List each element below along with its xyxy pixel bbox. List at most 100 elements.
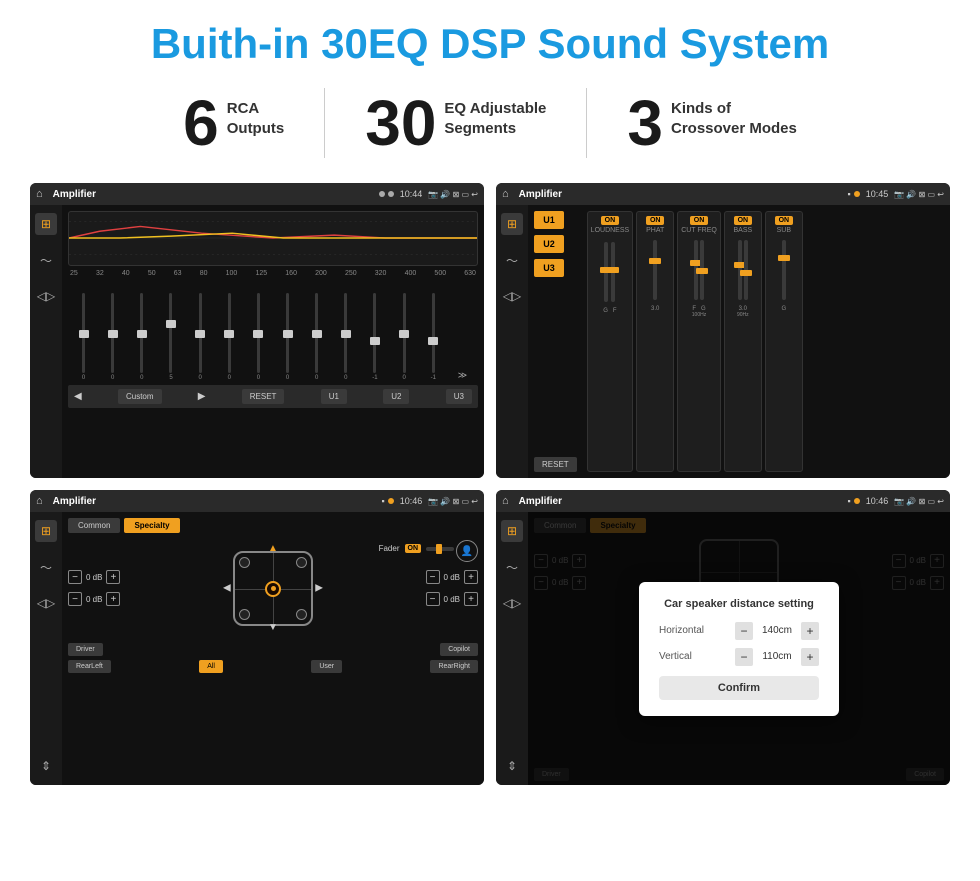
all-btn[interactable]: All (199, 660, 223, 673)
eq-icon-4[interactable]: ⊞ (501, 520, 523, 542)
phat-slider[interactable] (653, 240, 657, 300)
profile-icon[interactable]: 👤 (456, 540, 478, 562)
horizontal-minus-btn[interactable]: − (735, 622, 753, 640)
eq-slider-2[interactable]: 0 (99, 293, 126, 381)
db-plus-2[interactable]: + (106, 592, 120, 606)
eq-slider-4[interactable]: 5 (157, 293, 184, 381)
eq-icon[interactable]: ⊞ (35, 213, 57, 235)
screen-1-content: ⊞ 〜 ◁▷ (30, 205, 484, 478)
eq-slider-1[interactable]: 0 (70, 293, 97, 381)
eq-slider-13[interactable]: -1 (420, 293, 447, 381)
rearright-btn[interactable]: RearRight (430, 660, 478, 673)
prev-btn[interactable]: ◀ (74, 391, 82, 402)
db-minus-2[interactable]: − (68, 592, 82, 606)
volume-icon-2[interactable]: ◁▷ (501, 285, 523, 307)
wave-icon-2[interactable]: 〜 (501, 249, 523, 271)
db-value-3: 0 dB (444, 573, 460, 582)
u1-btn-1[interactable]: U1 (321, 389, 347, 404)
u3-btn[interactable]: U3 (534, 259, 564, 277)
bass-slider-2[interactable] (744, 240, 748, 300)
status-icons-4: 📷 🔊 ⊠ ▭ ↩ (894, 497, 944, 506)
arrow-left[interactable]: ◀ (223, 583, 231, 594)
reset-btn-2[interactable]: RESET (534, 457, 577, 472)
db-plus-3[interactable]: + (464, 570, 478, 584)
vertical-minus-btn[interactable]: − (735, 648, 753, 666)
u2-btn-1[interactable]: U2 (383, 389, 409, 404)
eq-slider-3[interactable]: 0 (128, 293, 155, 381)
speaker-fr (296, 557, 307, 568)
wave-icon[interactable]: 〜 (35, 249, 57, 271)
eq-icon-3[interactable]: ⊞ (35, 520, 57, 542)
sub-values: G (782, 306, 787, 312)
eq-slider-5[interactable]: 0 (187, 293, 214, 381)
bass-sliders (738, 236, 748, 304)
tab-specialty[interactable]: Specialty (124, 518, 179, 533)
db-control-3: − 0 dB + (426, 570, 478, 584)
horizontal-plus-btn[interactable]: + (801, 622, 819, 640)
vertical-value: 110cm (757, 651, 797, 662)
home-icon-3[interactable]: ⌂ (36, 495, 43, 507)
left-controls: − 0 dB + − 0 dB + (68, 570, 120, 606)
app-name-4: Amplifier (519, 496, 842, 507)
eq-slider-11[interactable]: -1 (361, 293, 388, 381)
eq-slider-9[interactable]: 0 (303, 293, 330, 381)
db-minus-4[interactable]: − (426, 592, 440, 606)
volume-icon-3[interactable]: ◁▷ (35, 592, 57, 614)
expand-icon-3[interactable]: ⇕ (35, 755, 57, 777)
fader-on-badge[interactable]: ON (405, 544, 422, 553)
dialog-horizontal-label: Horizontal (659, 625, 704, 636)
driver-btn[interactable]: Driver (68, 643, 103, 656)
u1-btn[interactable]: U1 (534, 211, 564, 229)
eq-slider-10[interactable]: 0 (332, 293, 359, 381)
u3-btn-1[interactable]: U3 (446, 389, 472, 404)
db-plus-4[interactable]: + (464, 592, 478, 606)
expand-icon-4[interactable]: ⇕ (501, 755, 523, 777)
user-btn[interactable]: User (311, 660, 342, 673)
sub-slider[interactable] (782, 240, 786, 300)
volume-icon[interactable]: ◁▷ (35, 285, 57, 307)
home-icon-1[interactable]: ⌂ (36, 188, 43, 200)
u2-btn[interactable]: U2 (534, 235, 564, 253)
stat-eq-label: EQ AdjustableSegments (444, 91, 546, 138)
loudness-slider-2[interactable] (611, 242, 615, 302)
cutfreq-on[interactable]: ON (690, 216, 709, 225)
rearleft-btn[interactable]: RearLeft (68, 660, 111, 673)
sub-on[interactable]: ON (775, 216, 794, 225)
eq-expand-btn[interactable]: ≫ (449, 370, 476, 381)
db-minus-1[interactable]: − (68, 570, 82, 584)
arrow-down[interactable]: ▼ (268, 622, 278, 633)
reset-btn-1[interactable]: RESET (242, 389, 285, 404)
confirm-button[interactable]: Confirm (659, 676, 819, 700)
screen-amp: ⌂ Amplifier ▪ 10:45 📷 🔊 ⊠ ▭ ↩ ⊞ 〜 ◁▷ (496, 183, 950, 478)
bass-on[interactable]: ON (734, 216, 753, 225)
custom-btn[interactable]: Custom (118, 389, 162, 404)
loudness-on[interactable]: ON (601, 216, 620, 225)
dialog-horizontal-control: − 140cm + (735, 622, 819, 640)
home-icon-4[interactable]: ⌂ (502, 495, 509, 507)
side-icons-3: ⊞ 〜 ◁▷ ⇕ (30, 512, 62, 785)
cutfreq-hz: 100Hz (692, 312, 706, 318)
slider-track-9 (315, 293, 318, 373)
vertical-plus-btn[interactable]: + (801, 648, 819, 666)
next-btn[interactable]: ▶ (198, 391, 206, 402)
db-plus-1[interactable]: + (106, 570, 120, 584)
eq-slider-7[interactable]: 0 (245, 293, 272, 381)
fader-slider[interactable] (426, 547, 454, 551)
arrow-up[interactable]: ▲ (268, 543, 278, 554)
cutfreq-slider-2[interactable] (700, 240, 704, 300)
db-minus-3[interactable]: − (426, 570, 440, 584)
copilot-btn[interactable]: Copilot (440, 643, 478, 656)
eq-slider-8[interactable]: 0 (274, 293, 301, 381)
volume-icon-4[interactable]: ◁▷ (501, 592, 523, 614)
eq-slider-6[interactable]: 0 (216, 293, 243, 381)
eq-slider-12[interactable]: 0 (391, 293, 418, 381)
wave-icon-4[interactable]: 〜 (501, 556, 523, 578)
home-icon-2[interactable]: ⌂ (502, 188, 509, 200)
tab-common[interactable]: Common (68, 518, 120, 533)
wave-icon-3[interactable]: 〜 (35, 556, 57, 578)
eq-icon-2[interactable]: ⊞ (501, 213, 523, 235)
bass-hz: 90Hz (737, 312, 749, 318)
phat-on[interactable]: ON (646, 216, 665, 225)
arrow-right[interactable]: ▶ (315, 583, 323, 594)
slider-track-2 (111, 293, 114, 373)
